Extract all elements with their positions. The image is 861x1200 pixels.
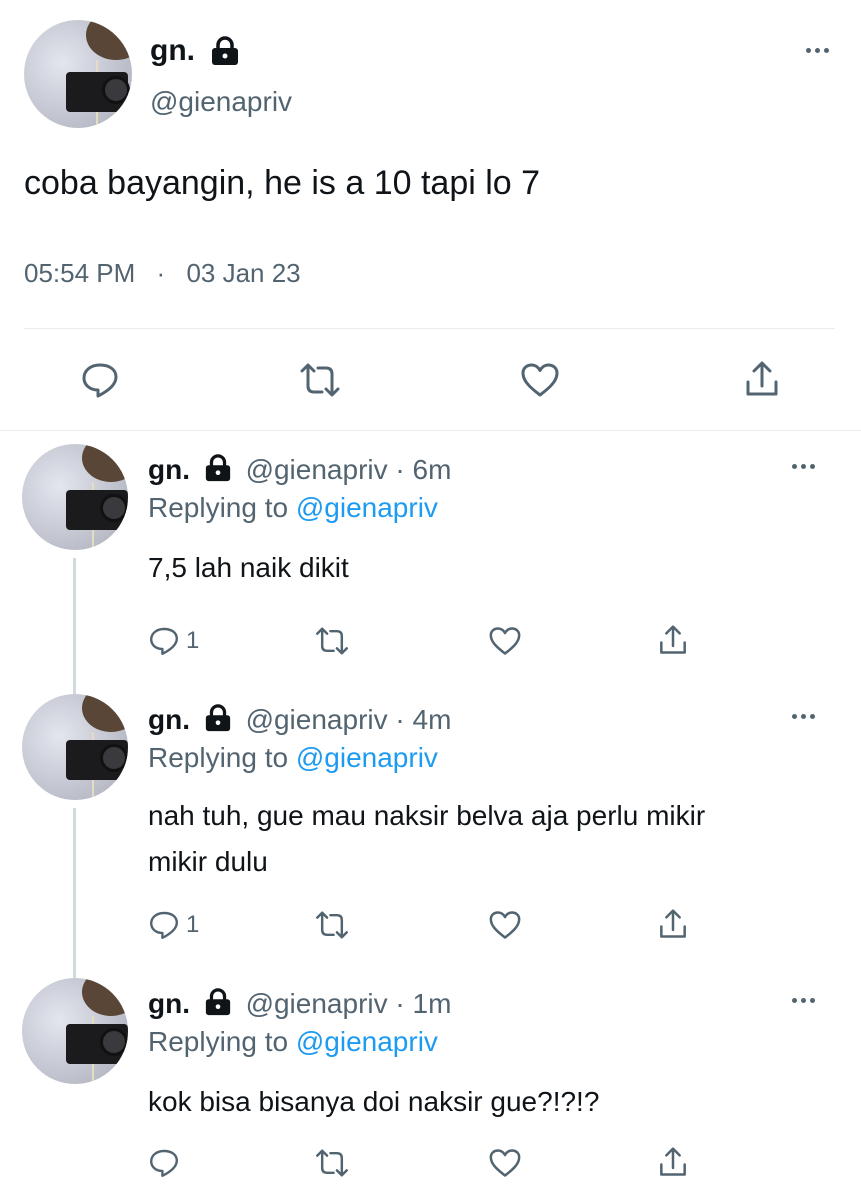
more-icon[interactable] [792,464,815,469]
display-name[interactable]: gn. [148,704,190,735]
replying-to: Replying to @gienapriv [148,742,438,774]
reply-text-line: nah tuh, gue mau naksir belva aja perlu … [148,800,706,831]
share-icon [660,625,686,654]
avatar[interactable] [24,20,132,128]
share-icon [660,909,686,938]
separator-dot: · [156,258,166,288]
display-name[interactable]: gn. [150,34,195,68]
like-icon [521,363,559,397]
retweet-icon [300,363,340,397]
tweet-timestamp: 05:54 PM · 03 Jan 23 [24,258,301,289]
divider [0,430,861,431]
replying-to-link[interactable]: @gienapriv [296,1026,438,1057]
share-button[interactable] [744,360,780,398]
like-button[interactable] [488,626,522,656]
retweet-icon [316,627,348,655]
reply-button[interactable] [148,1148,180,1178]
retweet-button[interactable] [314,910,350,940]
retweet-icon [316,1149,348,1177]
lock-icon [202,988,234,1023]
divider [24,328,835,329]
like-button[interactable] [488,1148,522,1178]
reply-icon [150,627,178,656]
tweet-text: coba bayangin, he is a 10 tapi lo 7 [24,164,541,202]
reply-button[interactable]: 1 [148,626,199,656]
user-handle[interactable]: @gienapriv [246,988,388,1019]
retweet-button[interactable] [298,362,342,398]
tweet-time: 05:54 PM [24,258,136,288]
reply-icon [150,911,178,940]
share-button[interactable] [658,624,688,656]
like-button[interactable] [520,362,560,398]
share-button[interactable] [658,1146,688,1178]
tweet-date: 03 Jan 23 [186,258,301,288]
replying-to-label: Replying to [148,492,289,523]
avatar[interactable] [22,978,128,1084]
reply-button[interactable]: 1 [148,910,199,940]
separator-dot: · [395,704,405,735]
separator-dot: · [395,988,405,1019]
user-handle[interactable]: @gienapriv [246,704,388,735]
like-button[interactable] [488,910,522,940]
retweet-button[interactable] [314,1148,350,1178]
reply-header: gn. @gienapriv · 1m [148,988,451,1023]
reply-icon [150,1149,178,1177]
avatar[interactable] [22,444,128,550]
replying-to: Replying to @gienapriv [148,1026,438,1058]
more-icon[interactable] [792,998,815,1003]
like-icon [489,627,521,655]
reply-button[interactable] [80,362,120,398]
thread-line [73,558,76,698]
more-icon[interactable] [806,48,829,53]
retweet-icon [316,911,348,939]
reply-icon [82,363,118,398]
like-icon [489,911,521,939]
display-name[interactable]: gn. [148,454,190,485]
reply-count: 1 [186,627,200,654]
user-handle[interactable]: @gienapriv [246,454,388,485]
reply-count: 1 [186,911,200,938]
user-handle[interactable]: @gienapriv [150,86,292,118]
reply-age: 1m [412,988,452,1019]
reply-text-line: mikir dulu [148,846,268,877]
lock-icon [202,704,234,739]
more-icon[interactable] [792,714,815,719]
retweet-button[interactable] [314,626,350,656]
share-icon [746,361,778,396]
replying-to: Replying to @gienapriv [148,492,438,524]
lock-icon [208,36,242,71]
thread-line [73,808,76,978]
reply-header: gn. @gienapriv · 4m [148,704,451,739]
share-icon [660,1147,686,1176]
reply-header: gn. @gienapriv · 6m [148,454,451,489]
lock-icon [202,454,234,489]
reply-text: 7,5 lah naik dikit [148,552,349,583]
like-icon [489,1149,521,1177]
avatar[interactable] [22,694,128,800]
reply-text: kok bisa bisanya doi naksir gue?!?!? [148,1086,600,1117]
replying-to-link[interactable]: @gienapriv [296,492,438,523]
separator-dot: · [395,454,405,485]
replying-to-link[interactable]: @gienapriv [296,742,438,773]
share-button[interactable] [658,908,688,940]
replying-to-label: Replying to [148,1026,289,1057]
reply-age: 6m [412,454,452,485]
display-name[interactable]: gn. [148,988,190,1019]
reply-age: 4m [412,704,452,735]
replying-to-label: Replying to [148,742,289,773]
